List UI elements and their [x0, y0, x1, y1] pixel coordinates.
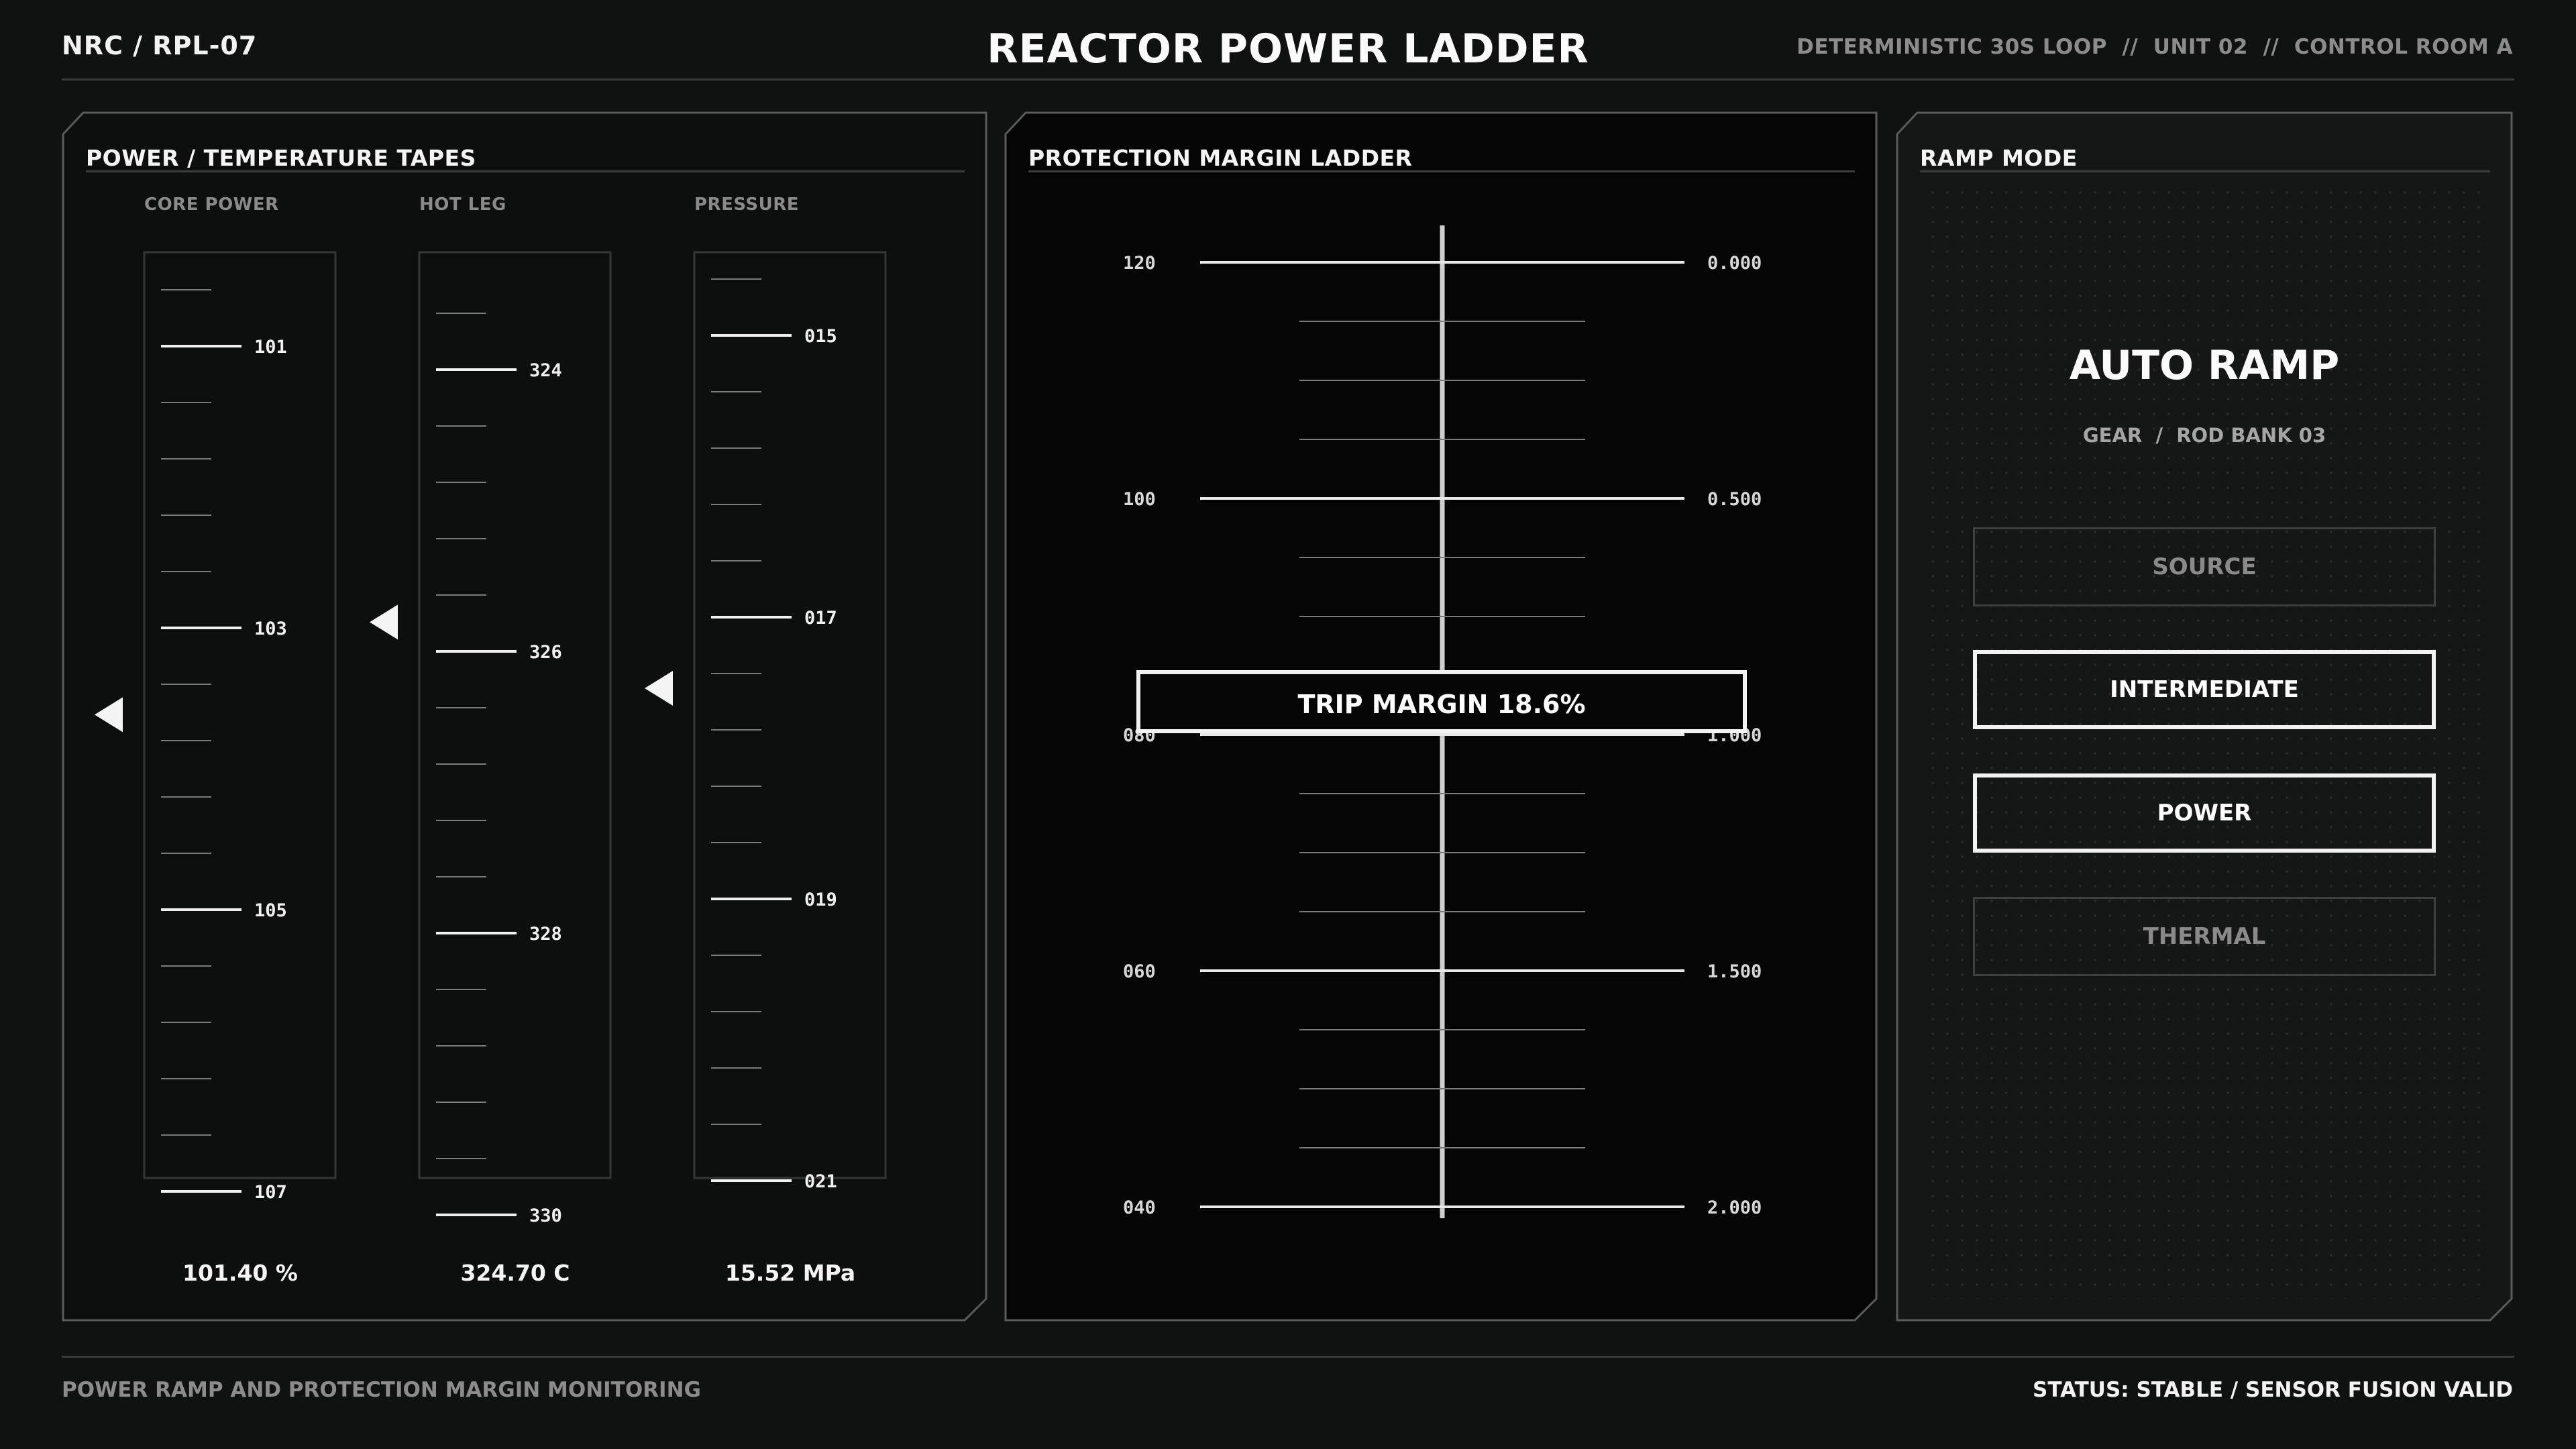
mode-button-intermediate[interactable]: INTERMEDIATE — [1973, 650, 2436, 729]
trip-margin-value: TRIP MARGIN 18.6% — [1297, 690, 1585, 719]
margin-ladder: 120 0.000100 0.500080 1.000060 1.500040 2.000… — [1123, 225, 1762, 1218]
mode-button-power[interactable]: POWER — [1973, 773, 2436, 853]
tape-pointer — [370, 604, 398, 640]
tape-frame — [143, 251, 337, 1179]
mode-button-thermal[interactable]: THERMAL — [1973, 897, 2436, 976]
tape-tick-label: 107 — [254, 1182, 287, 1203]
tapes-panel: POWER / TEMPERATURE TAPES 101 103 105 107 32… — [62, 111, 989, 1322]
tape-tick-label: 328 — [529, 924, 562, 945]
ladder-left-label: 120 — [1123, 253, 1156, 274]
footer-divider — [62, 1356, 2514, 1358]
tape-tick-label: 326 — [529, 642, 562, 663]
tape-tick-label: 015 — [804, 326, 837, 347]
tape-tick-label: 019 — [804, 890, 837, 910]
header-meta: DETERMINISTIC 30S LOOP // UNIT 02 // CON… — [1796, 35, 2513, 59]
tape-readout: 324.70 C — [460, 1260, 570, 1286]
tape-tick-label: 324 — [529, 360, 562, 381]
tape-tick-label: 103 — [254, 619, 287, 639]
tape-label: CORE POWER — [144, 195, 279, 215]
header-divider — [62, 78, 2514, 80]
mode-button-source[interactable]: SOURCE — [1973, 527, 2436, 606]
ramp-panel: RAMP MODE AUTO RAMP GEAR / ROD BANK 03 S… — [1896, 111, 2514, 1322]
ramp-panel-title: RAMP MODE — [1920, 145, 2078, 171]
tape-tick-label: 021 — [804, 1171, 837, 1192]
tape-pointer — [95, 697, 123, 733]
tape-pointer — [645, 671, 673, 706]
ladder-panel: PROTECTION MARGIN LADDER 120 0.000 100 0.50… — [1004, 111, 1879, 1322]
tape-readout: 15.52 MPa — [724, 1260, 856, 1286]
ladder-left-label: 060 — [1123, 961, 1156, 982]
tape-label: HOT LEG — [419, 195, 506, 215]
tape-tick-label: 330 — [529, 1205, 562, 1226]
tape-label: PRESSURE — [694, 195, 800, 215]
tape-tick-label: 101 — [254, 337, 287, 358]
ladder-right-label: 0.000 — [1707, 253, 1762, 274]
ramp-panel-divider — [1920, 170, 2490, 172]
ladder-right-label: 0.500 — [1707, 489, 1762, 510]
ladder-right-label: 1.500 — [1707, 961, 1762, 982]
ladder-left-label: 040 — [1123, 1197, 1156, 1218]
tape-tick-label: 017 — [804, 608, 837, 629]
tape-readout: 101.40 % — [182, 1260, 298, 1286]
tape-tick-label: 105 — [254, 900, 287, 921]
system-status: STATUS: STABLE / SENSOR FUSION VALID — [2033, 1378, 2513, 1402]
ladder-left-label: 100 — [1123, 489, 1156, 510]
tapes-gauge-area: 101 103 105 107 324 326 328 330 015 017 019 021 — [95, 251, 887, 1226]
ladder-right-label: 2.000 — [1707, 1197, 1762, 1218]
gear-rod-bank: GEAR / ROD BANK 03 — [2082, 424, 2326, 447]
tape-frame — [418, 251, 612, 1179]
ramp-mode-value: AUTO RAMP — [2069, 342, 2340, 389]
footer-description: POWER RAMP AND PROTECTION MARGIN MONITOR… — [62, 1378, 701, 1402]
